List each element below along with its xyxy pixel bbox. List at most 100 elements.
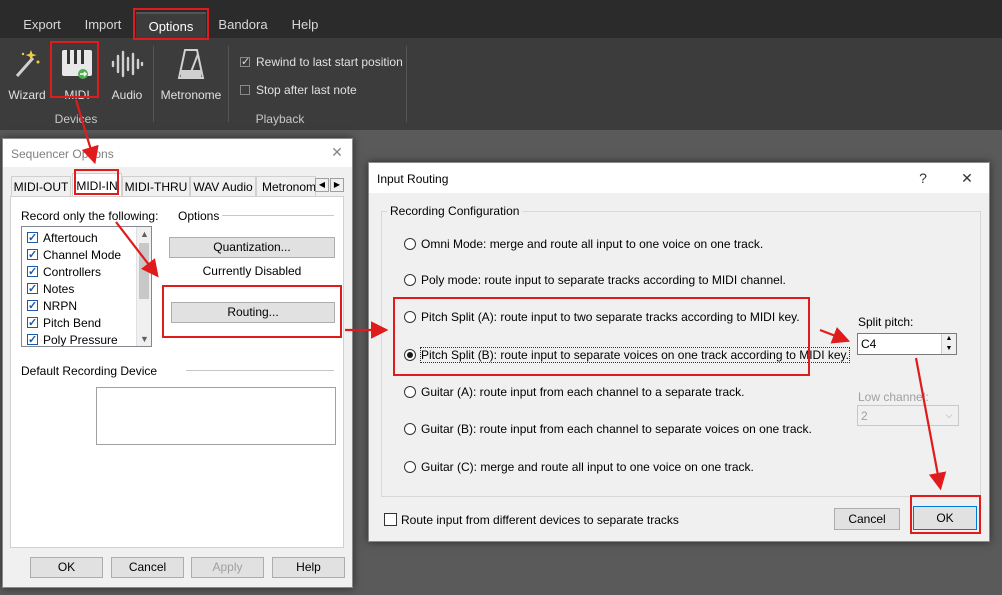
- options-divider: [222, 215, 334, 216]
- dialog-title: Input Routing: [377, 172, 449, 186]
- radio-pitch-split-a[interactable]: Pitch Split (A): route input to two sepa…: [404, 309, 800, 325]
- list-item[interactable]: Poly Pressure: [27, 332, 118, 347]
- tab-midi-thru[interactable]: MIDI-THRU: [122, 176, 190, 196]
- list-item-label: NRPN: [43, 299, 78, 313]
- quantization-button[interactable]: Quantization...: [169, 237, 335, 258]
- tab-midi-in[interactable]: MIDI-IN: [72, 173, 122, 197]
- list-item-label: Poly Pressure: [43, 333, 118, 347]
- radio-guitar-b[interactable]: Guitar (B): route input from each channe…: [404, 421, 812, 437]
- list-item[interactable]: Controllers: [27, 264, 101, 280]
- list-item-label: Channel Mode: [43, 248, 122, 262]
- magic-wand-icon: [15, 50, 40, 77]
- routing-title-bar: Input Routing ? ✕: [369, 163, 989, 193]
- wizard-label: Wizard: [8, 88, 46, 102]
- recording-config-label: Recording Configuration: [387, 204, 523, 218]
- split-pitch-spinner[interactable]: C4 ▲ ▼: [857, 333, 957, 355]
- radio-unselected-icon: [404, 238, 416, 250]
- rewind-checkbox[interactable]: Rewind to last start position: [240, 54, 403, 70]
- list-item[interactable]: Notes: [27, 281, 74, 297]
- default-recording-device-label: Default Recording Device: [21, 364, 158, 378]
- menu-import[interactable]: Import: [76, 12, 130, 38]
- ok-button[interactable]: OK: [30, 557, 103, 578]
- spin-up-icon[interactable]: ▲: [941, 334, 956, 344]
- radio-unselected-icon: [404, 311, 416, 323]
- list-item[interactable]: Aftertouch: [27, 230, 98, 246]
- radio-pitch-split-b[interactable]: Pitch Split (B): route input to separate…: [404, 347, 850, 363]
- radio-poly-mode[interactable]: Poly mode: route input to separate track…: [404, 272, 786, 288]
- radio-label: Pitch Split (A): route input to two sepa…: [421, 310, 800, 324]
- tab-wav-audio[interactable]: WAV Audio: [190, 176, 256, 196]
- dropdown-arrow-icon[interactable]: ⌵: [942, 408, 956, 423]
- spin-down-icon[interactable]: ▼: [941, 344, 956, 354]
- routing-ok-button[interactable]: OK: [913, 506, 977, 530]
- split-pitch-value[interactable]: C4: [861, 337, 876, 351]
- quantization-status: Currently Disabled: [202, 264, 302, 278]
- ribbon: Wizard MIDI Audio Devices Metronome ✓Rew…: [0, 38, 408, 130]
- device-divider: [186, 370, 334, 371]
- radio-label: Guitar (C): merge and route all input to…: [421, 460, 754, 474]
- menu-bandora[interactable]: Bandora: [212, 12, 274, 38]
- list-item[interactable]: NRPN: [27, 298, 77, 314]
- low-channel-value: 2: [861, 409, 868, 423]
- close-icon[interactable]: ✕: [325, 141, 349, 163]
- record-filter-list[interactable]: Aftertouch Channel Mode Controllers Note…: [21, 226, 152, 347]
- checkbox-checked-icon: [27, 332, 38, 346]
- tab-metronome[interactable]: Metronome: [256, 176, 316, 196]
- scroll-up-icon[interactable]: ▲: [137, 227, 151, 241]
- close-icon[interactable]: ✕: [955, 167, 979, 189]
- scroll-thumb[interactable]: [139, 243, 149, 299]
- tab-midi-out[interactable]: MIDI-OUT: [11, 176, 71, 196]
- tab-scroll-right-icon[interactable]: ▶: [330, 178, 344, 192]
- stop-after-last-note-checkbox[interactable]: Stop after last note: [240, 82, 357, 98]
- radio-guitar-c[interactable]: Guitar (C): merge and route all input to…: [404, 459, 754, 475]
- list-item[interactable]: Pitch Bend: [27, 315, 101, 331]
- rewind-label: Rewind to last start position: [256, 55, 403, 69]
- stop-after-label: Stop after last note: [256, 83, 357, 97]
- audio-button[interactable]: Audio: [100, 44, 154, 102]
- ribbon-separator: [406, 46, 407, 122]
- radio-omni-mode[interactable]: Omni Mode: merge and route all input to …: [404, 236, 763, 252]
- checkbox-unchecked-icon: [240, 85, 250, 95]
- ribbon-separator: [153, 46, 154, 122]
- recording-device-list[interactable]: [96, 387, 336, 445]
- apply-button[interactable]: Apply: [191, 557, 264, 578]
- metronome-button[interactable]: Metronome: [158, 44, 224, 102]
- radio-guitar-a[interactable]: Guitar (A): route input from each channe…: [404, 384, 745, 400]
- tab-scroll-left-icon[interactable]: ◀: [315, 178, 329, 192]
- options-label: Options: [178, 209, 220, 223]
- help-icon[interactable]: ?: [911, 167, 935, 189]
- list-scrollbar[interactable]: ▲ ▼: [136, 227, 151, 346]
- radio-label: Omni Mode: merge and route all input to …: [421, 237, 764, 251]
- ribbon-separator: [228, 46, 229, 122]
- split-pitch-label: Split pitch:: [858, 315, 914, 329]
- record-only-label: Record only the following:: [21, 209, 159, 223]
- checkbox-checked-icon: [27, 264, 38, 280]
- menu-bar: Export Import Options Bandora Help: [0, 0, 1002, 38]
- low-channel-dropdown[interactable]: 2 ⌵: [857, 405, 959, 426]
- help-button[interactable]: Help: [272, 557, 345, 578]
- menu-options[interactable]: Options: [136, 12, 206, 38]
- checkbox-checked-icon: [27, 281, 38, 297]
- playback-group-label: Playback: [255, 112, 305, 126]
- wizard-button[interactable]: Wizard: [0, 44, 54, 102]
- cancel-button[interactable]: Cancel: [111, 557, 184, 578]
- list-item-label: Notes: [43, 282, 75, 296]
- routing-button[interactable]: Routing...: [171, 302, 335, 323]
- low-channel-label: Low channel:: [858, 390, 929, 404]
- scroll-down-icon[interactable]: ▼: [137, 332, 151, 346]
- routing-cancel-button[interactable]: Cancel: [834, 508, 900, 530]
- menu-export[interactable]: Export: [14, 12, 70, 38]
- radio-selected-icon: [404, 349, 416, 361]
- list-item[interactable]: Channel Mode: [27, 247, 121, 263]
- checkbox-checked-icon: [27, 230, 38, 246]
- audio-waveform-icon: [111, 50, 144, 78]
- radio-label: Poly mode: route input to separate track…: [421, 273, 786, 287]
- list-item-label: Pitch Bend: [43, 316, 102, 330]
- ribbon-empty-area: [408, 38, 1002, 130]
- route-devices-checkbox[interactable]: [384, 513, 397, 526]
- audio-label: Audio: [111, 88, 143, 102]
- radio-unselected-icon: [404, 461, 416, 473]
- menu-help[interactable]: Help: [280, 12, 330, 38]
- midi-button[interactable]: MIDI: [50, 44, 104, 102]
- route-devices-label: Route input from different devices to se…: [401, 513, 679, 527]
